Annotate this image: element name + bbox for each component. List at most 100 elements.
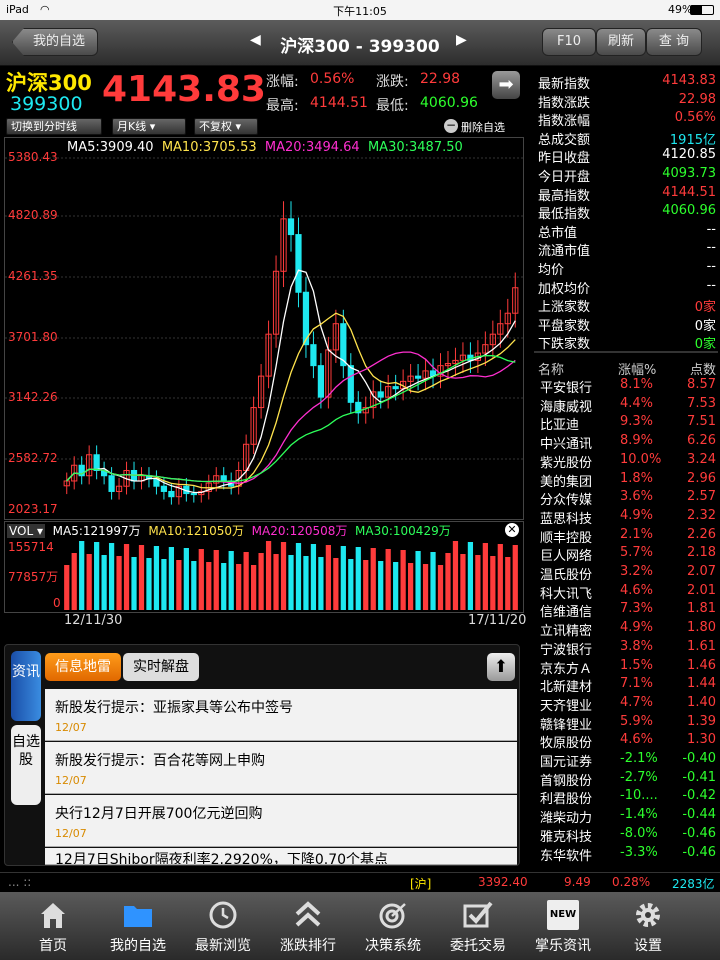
candle — [295, 234, 302, 293]
stock-row[interactable]: 海康威视 4.4% 7.53 — [538, 396, 716, 415]
volume-bar — [221, 563, 227, 610]
tab-live-analysis[interactable]: 实时解盘 — [123, 653, 199, 681]
stock-row[interactable]: 蓝思科技 4.9% 2.32 — [538, 508, 716, 527]
volume-bar — [393, 562, 399, 610]
news-panel: 资讯 自选股 信息地雷 实时解盘 ⬆ 新股发行提示：亚振家具等公布中签号 12/0… — [4, 644, 520, 866]
volume-bar — [273, 554, 279, 610]
stock-row[interactable]: 京东方Ａ 1.5% 1.46 — [538, 658, 716, 677]
stock-row[interactable]: 美的集团 1.8% 2.96 — [538, 471, 716, 490]
period-select[interactable]: 月K线 ▾ — [112, 118, 186, 135]
volume-plot — [64, 541, 518, 610]
refresh-button[interactable]: 刷新 — [596, 28, 646, 56]
volume-bar — [400, 550, 406, 610]
volume-bar — [131, 557, 137, 610]
stock-row[interactable]: 分众传媒 3.6% 2.57 — [538, 489, 716, 508]
expand-arrow-icon[interactable]: ➡ — [492, 71, 520, 99]
stock-row[interactable]: 紫光股份 10.0% 3.24 — [538, 452, 716, 471]
volume-bar — [123, 544, 130, 610]
stat-row: 最低指数 4060.96 — [538, 203, 716, 223]
candle — [93, 454, 100, 471]
volume-bar — [243, 552, 249, 610]
stock-row[interactable]: 温氏股份 3.2% 2.07 — [538, 564, 716, 583]
stat-row: 最新指数 4143.83 — [538, 73, 716, 92]
volume-chart[interactable]: VOL ▾ MA5:121997万 MA10:121050万 MA20:1205… — [4, 521, 524, 613]
volume-bar — [467, 542, 474, 610]
scroll-top-icon[interactable]: ⬆ — [487, 653, 515, 681]
query-button[interactable]: 查 询 — [646, 28, 702, 56]
high-label: 最高: — [266, 98, 299, 114]
stock-row[interactable]: 东华软件 -3.3% -0.46 — [538, 845, 716, 864]
stock-row[interactable]: 科大讯飞 4.6% 2.01 — [538, 583, 716, 602]
kline-chart[interactable]: MA5:3909.40 MA10:3705.53 MA20:3494.64 MA… — [4, 137, 524, 520]
low-label: 最低: — [376, 98, 409, 114]
stock-row[interactable]: 平安银行 8.1% 8.57 — [538, 377, 716, 396]
stock-row[interactable]: 利君股份 -10.... -0.42 — [538, 788, 716, 807]
stat-row: 平盘家数 0家 — [538, 318, 716, 334]
stat-row: 流通市值 -- — [538, 240, 716, 260]
stock-row[interactable]: 赣锋锂业 5.9% 1.39 — [538, 714, 716, 733]
tab-watchlist-main[interactable]: 我的自选 — [95, 892, 181, 960]
news-item[interactable]: 12月7日Shibor隔夜利率2.2920%，下降0.70个基点 — [45, 848, 517, 865]
tab-recent[interactable]: 最新浏览 — [180, 892, 266, 960]
stock-row[interactable]: 中兴通讯 8.9% 6.26 — [538, 433, 716, 452]
stock-row[interactable]: 首钢股份 -2.7% -0.41 — [538, 770, 716, 789]
stock-row[interactable]: 立讯精密 4.9% 1.80 — [538, 620, 716, 639]
volume-bar — [265, 541, 272, 610]
battery-icon — [690, 5, 714, 15]
stock-row[interactable]: 巨人网络 5.7% 2.18 — [538, 545, 716, 564]
tab-info-mine[interactable]: 信息地雷 — [45, 653, 121, 681]
stock-row[interactable]: 北新建材 7.1% 1.44 — [538, 676, 716, 695]
candle — [317, 365, 325, 398]
stock-row[interactable]: 信维通信 7.3% 1.81 — [538, 601, 716, 620]
stock-row[interactable]: 雅克科技 -8.0% -0.46 — [538, 826, 716, 845]
volume-bar — [198, 549, 204, 610]
stock-row[interactable]: 牧原股份 4.6% 1.30 — [538, 732, 716, 751]
news-item[interactable]: 央行12月7日开展700亿元逆回购 12/07 — [45, 795, 517, 847]
date-start: 12/11/30 — [64, 613, 123, 628]
delete-watchlist-button[interactable]: 删除自选 — [461, 119, 505, 135]
adjust-select[interactable]: 不复权 ▾ — [194, 118, 258, 135]
tab-ranking[interactable]: 涨跌排行 — [265, 892, 351, 960]
home-icon — [41, 903, 65, 928]
vol-tick: 155714 — [8, 540, 54, 554]
switch-intraday-button[interactable]: 切换到分时线 — [6, 118, 102, 135]
volume-bar — [325, 545, 331, 610]
stock-row[interactable]: 宁波银行 3.8% 1.61 — [538, 639, 716, 658]
news-item[interactable]: 新股发行提示：亚振家具等公布中签号 12/07 — [45, 689, 517, 741]
volume-bar — [71, 553, 77, 610]
signal-dots: ... :: — [8, 875, 32, 889]
volume-bar — [363, 560, 369, 610]
kline-plot — [5, 157, 523, 505]
stock-row[interactable]: 国元证券 -2.1% -0.40 — [538, 751, 716, 770]
stat-row: 最高指数 4144.51 — [538, 184, 716, 204]
stock-row[interactable]: 比亚迪 9.3% 7.51 — [538, 414, 716, 433]
volume-bar — [460, 554, 466, 610]
tab-news-main[interactable]: NEW 掌乐资讯 — [520, 892, 606, 960]
candle — [287, 218, 295, 236]
tab-home[interactable]: 首页 — [10, 892, 96, 960]
volume-bar — [153, 546, 160, 610]
stock-row[interactable]: 天齐锂业 4.7% 1.40 — [538, 695, 716, 714]
tab-trade[interactable]: 委托交易 — [435, 892, 521, 960]
minus-icon[interactable]: − — [444, 119, 458, 133]
stock-row[interactable]: 顺丰控股 2.1% 2.26 — [538, 527, 716, 546]
tab-decision[interactable]: 决策系统 — [350, 892, 436, 960]
stock-row[interactable]: 潍柴动力 -1.4% -0.44 — [538, 807, 716, 826]
tab-news[interactable]: 资讯 — [11, 651, 41, 721]
volume-bar — [213, 550, 219, 610]
tab-settings[interactable]: 设置 — [605, 892, 691, 960]
pct-value: 0.56% — [310, 71, 355, 87]
news-item[interactable]: 新股发行提示：百合花等网上申购 12/07 — [45, 742, 517, 794]
y-tick: 3701.80 — [8, 330, 58, 344]
volume-bar — [183, 548, 189, 610]
f10-button[interactable]: F10 — [542, 28, 596, 56]
tab-watchlist[interactable]: 自选股 — [11, 725, 41, 805]
stat-row: 今日开盘 4093.73 — [538, 166, 716, 185]
next-stock-icon[interactable]: ▶ — [456, 32, 467, 48]
volume-bar — [348, 559, 354, 610]
low-value: 4060.96 — [420, 95, 478, 111]
volume-bar — [236, 564, 242, 610]
stat-row: 指数涨幅 0.56% — [538, 110, 716, 130]
candle — [347, 365, 354, 403]
market-pct: 0.28% — [612, 875, 651, 889]
